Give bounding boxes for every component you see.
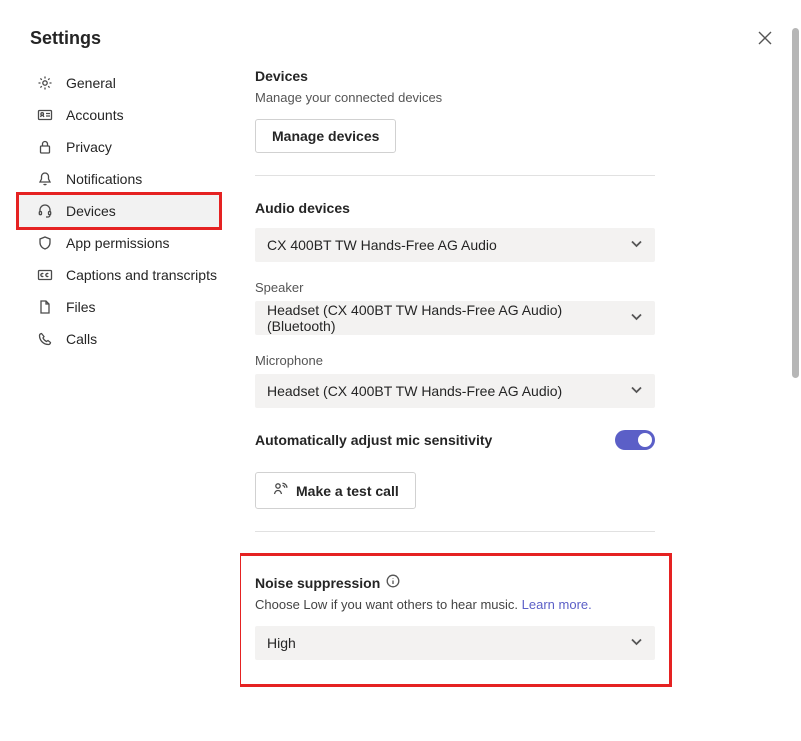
sidebar-item-notifications[interactable]: Notifications bbox=[30, 163, 240, 195]
speaker-select[interactable]: Headset (CX 400BT TW Hands-Free AG Audio… bbox=[255, 301, 655, 335]
cc-icon bbox=[36, 266, 54, 284]
section-noise-suppression: Noise suppression Choose Low if you want… bbox=[241, 556, 669, 684]
select-value: Headset (CX 400BT TW Hands-Free AG Audio… bbox=[267, 302, 630, 334]
section-devices: Devices Manage your connected devices Ma… bbox=[255, 68, 655, 176]
nav-label: Calls bbox=[66, 331, 97, 347]
test-call-button[interactable]: Make a test call bbox=[255, 472, 416, 509]
scrollbar[interactable] bbox=[792, 28, 799, 378]
gear-icon bbox=[36, 74, 54, 92]
chevron-down-icon bbox=[630, 635, 643, 651]
shield-icon bbox=[36, 234, 54, 252]
speaker-label: Speaker bbox=[255, 280, 655, 295]
auto-mic-row: Automatically adjust mic sensitivity bbox=[255, 430, 655, 450]
noise-heading-text: Noise suppression bbox=[255, 575, 380, 591]
sidebar-item-captions[interactable]: Captions and transcripts bbox=[30, 259, 240, 291]
bell-icon bbox=[36, 170, 54, 188]
sidebar-item-general[interactable]: General bbox=[30, 67, 240, 99]
sidebar-item-files[interactable]: Files bbox=[30, 291, 240, 323]
sidebar: Settings General Accounts Privacy bbox=[30, 28, 240, 741]
microphone-label: Microphone bbox=[255, 353, 655, 368]
select-value: CX 400BT TW Hands-Free AG Audio bbox=[267, 237, 497, 253]
select-value: Headset (CX 400BT TW Hands-Free AG Audio… bbox=[267, 383, 562, 399]
noise-heading: Noise suppression bbox=[255, 574, 655, 591]
person-call-icon bbox=[272, 481, 288, 500]
main-content: Devices Manage your connected devices Ma… bbox=[240, 28, 801, 741]
auto-mic-toggle[interactable] bbox=[615, 430, 655, 450]
auto-mic-label: Automatically adjust mic sensitivity bbox=[255, 432, 492, 448]
info-icon[interactable] bbox=[386, 574, 400, 591]
button-label: Manage devices bbox=[272, 128, 379, 144]
headset-icon bbox=[36, 202, 54, 220]
select-value: High bbox=[267, 635, 296, 651]
nav-label: Captions and transcripts bbox=[66, 267, 217, 283]
noise-description: Choose Low if you want others to hear mu… bbox=[255, 597, 518, 612]
chevron-down-icon bbox=[630, 237, 643, 253]
lock-icon bbox=[36, 138, 54, 156]
learn-more-link[interactable]: Learn more. bbox=[522, 597, 592, 612]
devices-heading: Devices bbox=[255, 68, 655, 84]
settings-title: Settings bbox=[30, 28, 240, 49]
file-icon bbox=[36, 298, 54, 316]
noise-description-row: Choose Low if you want others to hear mu… bbox=[255, 597, 655, 612]
chevron-down-icon bbox=[630, 310, 643, 326]
nav-label: Devices bbox=[66, 203, 116, 219]
audio-heading: Audio devices bbox=[255, 200, 655, 216]
nav-list: General Accounts Privacy Notifications bbox=[30, 67, 240, 355]
microphone-select[interactable]: Headset (CX 400BT TW Hands-Free AG Audio… bbox=[255, 374, 655, 408]
noise-suppression-select[interactable]: High bbox=[255, 626, 655, 660]
sidebar-item-accounts[interactable]: Accounts bbox=[30, 99, 240, 131]
sidebar-item-privacy[interactable]: Privacy bbox=[30, 131, 240, 163]
sidebar-item-permissions[interactable]: App permissions bbox=[30, 227, 240, 259]
button-label: Make a test call bbox=[296, 483, 399, 499]
sidebar-item-calls[interactable]: Calls bbox=[30, 323, 240, 355]
nav-label: App permissions bbox=[66, 235, 170, 251]
section-audio: Audio devices CX 400BT TW Hands-Free AG … bbox=[255, 200, 655, 532]
sidebar-item-devices[interactable]: Devices bbox=[19, 195, 219, 227]
id-card-icon bbox=[36, 106, 54, 124]
phone-icon bbox=[36, 330, 54, 348]
nav-label: Privacy bbox=[66, 139, 112, 155]
chevron-down-icon bbox=[630, 383, 643, 399]
nav-label: Notifications bbox=[66, 171, 142, 187]
manage-devices-button[interactable]: Manage devices bbox=[255, 119, 396, 153]
close-button[interactable] bbox=[757, 30, 773, 49]
devices-sub: Manage your connected devices bbox=[255, 90, 655, 105]
nav-label: General bbox=[66, 75, 116, 91]
nav-label: Accounts bbox=[66, 107, 124, 123]
nav-label: Files bbox=[66, 299, 96, 315]
audio-device-select[interactable]: CX 400BT TW Hands-Free AG Audio bbox=[255, 228, 655, 262]
